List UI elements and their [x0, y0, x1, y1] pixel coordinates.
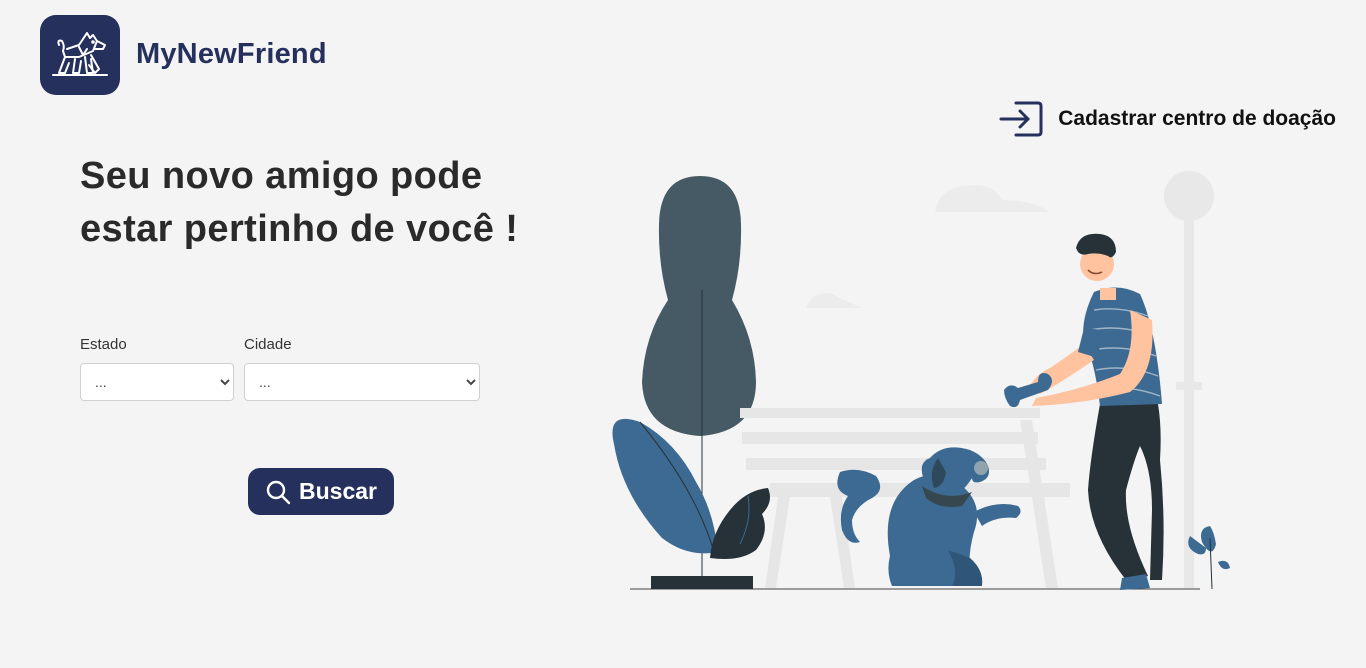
- page: MyNewFriend Cadastrar centro de doação S…: [0, 0, 1366, 668]
- page-title: Seu novo amigo pode estar pertinho de vo…: [80, 150, 518, 256]
- estado-select[interactable]: ...: [80, 363, 234, 401]
- sign-in-icon: [999, 101, 1043, 137]
- cidade-field: Cidade ...: [244, 336, 480, 401]
- headline-line-2: estar pertinho de você !: [80, 208, 519, 250]
- register-link-label: Cadastrar centro de doação: [1058, 107, 1336, 130]
- estado-field: Estado ...: [80, 336, 234, 401]
- headline-line-1: Seu novo amigo pode: [80, 155, 483, 197]
- logo[interactable]: [40, 15, 120, 95]
- cidade-select[interactable]: ...: [244, 363, 480, 401]
- brand-name[interactable]: MyNewFriend: [136, 38, 327, 71]
- man-and-dog-illustration: [612, 171, 1230, 590]
- dog-icon: [52, 32, 108, 76]
- search-icon: [266, 480, 291, 504]
- register-donation-center-link[interactable]: Cadastrar centro de doação: [998, 100, 1336, 138]
- search-button[interactable]: Buscar: [248, 468, 394, 515]
- search-button-label: Buscar: [299, 478, 377, 504]
- cidade-label: Cidade: [244, 336, 292, 353]
- estado-label: Estado: [80, 336, 127, 353]
